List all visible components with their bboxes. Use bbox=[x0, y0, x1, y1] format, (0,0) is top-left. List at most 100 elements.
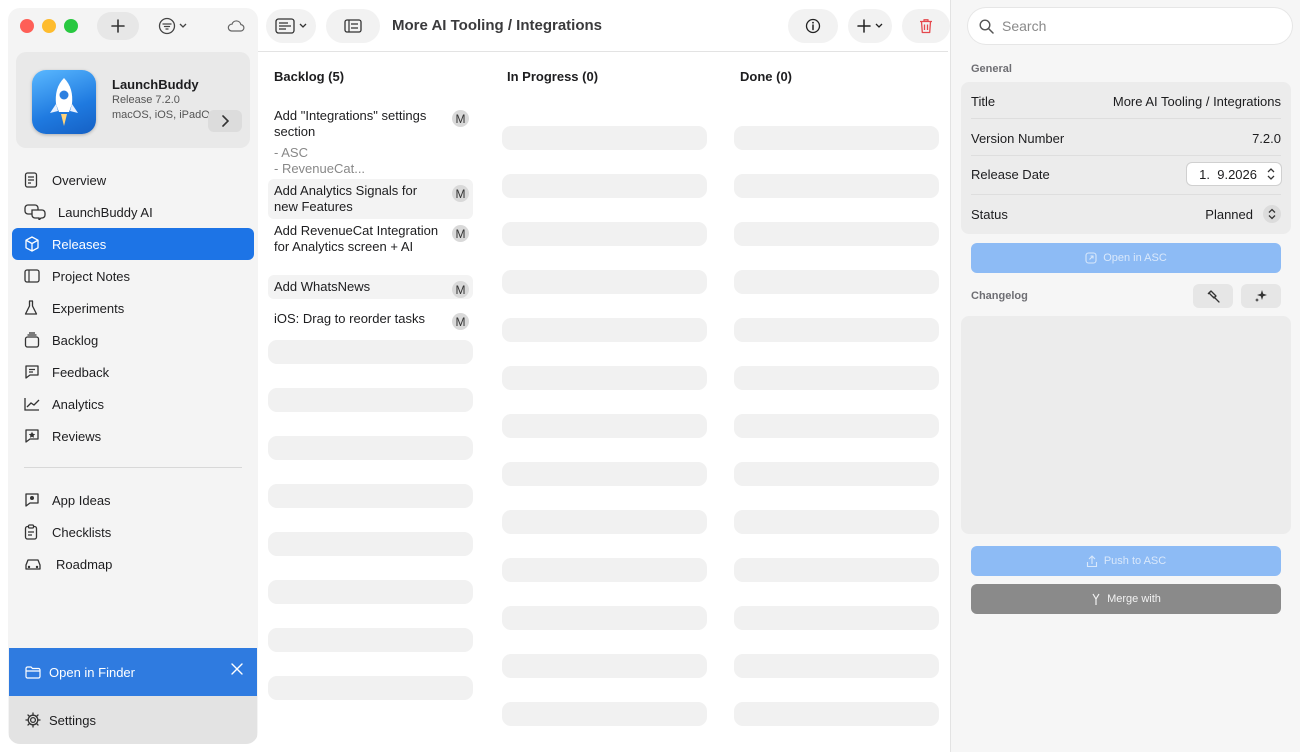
tray-icon bbox=[24, 331, 46, 349]
sidebar-item-label: LaunchBuddy AI bbox=[58, 204, 153, 220]
sidebar-item-label: Releases bbox=[52, 236, 107, 252]
sidebar-item-feedback[interactable]: Feedback bbox=[12, 356, 254, 388]
chevron-down-icon bbox=[875, 23, 883, 28]
up-down-chevron-icon bbox=[1263, 205, 1281, 223]
title-value[interactable]: More AI Tooling / Integrations bbox=[1113, 94, 1281, 109]
chevron-right-icon bbox=[222, 115, 229, 127]
empty-slot bbox=[502, 462, 707, 486]
empty-slot bbox=[502, 558, 707, 582]
column-header-done: Done (0) bbox=[740, 69, 792, 84]
notes-icon bbox=[24, 267, 46, 285]
release-date-value: 1. 9.2026 bbox=[1199, 166, 1257, 182]
external-link-icon bbox=[1085, 252, 1097, 264]
sidebar-item-label: Analytics bbox=[52, 396, 105, 412]
status-select[interactable]: Planned bbox=[1205, 205, 1281, 223]
maximize-window-button[interactable] bbox=[64, 19, 78, 33]
task-title: Add "Integrations" settings section bbox=[274, 108, 427, 139]
open-in-finder-banner[interactable]: Open in Finder bbox=[9, 648, 257, 696]
board-view-icon bbox=[275, 18, 295, 34]
push-to-asc-button[interactable]: Push to ASC bbox=[971, 546, 1281, 576]
sidebar-item-project-notes[interactable]: Project Notes bbox=[12, 260, 254, 292]
empty-slot bbox=[734, 462, 939, 486]
empty-slot bbox=[502, 414, 707, 438]
empty-slot bbox=[734, 414, 939, 438]
close-window-button[interactable] bbox=[20, 19, 34, 33]
generate-changelog-button[interactable] bbox=[1241, 284, 1281, 308]
settings-button[interactable]: Settings bbox=[9, 696, 257, 744]
sidebar-item-label: Reviews bbox=[52, 428, 102, 444]
empty-slot bbox=[734, 222, 939, 246]
task-note-line: - ASC bbox=[274, 145, 308, 160]
empty-slot bbox=[502, 510, 707, 534]
row-divider bbox=[971, 155, 1281, 156]
add-menu-button[interactable] bbox=[848, 9, 892, 43]
stepper-icon[interactable] bbox=[1267, 167, 1275, 181]
app-release: Release 7.2.0 bbox=[112, 94, 180, 106]
task-card[interactable]: Add RevenueCat Integration for Analytics… bbox=[268, 219, 473, 259]
filter-icon bbox=[158, 17, 175, 35]
sidebar-item-backlog[interactable]: Backlog bbox=[12, 324, 254, 356]
app-card[interactable]: LaunchBuddy Release 7.2.0 macOS, iOS, iP… bbox=[16, 52, 250, 148]
empty-slot bbox=[268, 388, 473, 412]
empty-slot bbox=[502, 270, 707, 294]
task-title: Add WhatsNews bbox=[274, 279, 371, 294]
open-in-asc-button[interactable]: Open in ASC bbox=[971, 243, 1281, 273]
release-date-picker[interactable]: 1. 9.2026 bbox=[1187, 163, 1281, 185]
cloud-sync-button[interactable] bbox=[224, 12, 248, 40]
section-label-changelog: Changelog bbox=[971, 290, 1028, 302]
plus-icon bbox=[857, 19, 871, 33]
format-changelog-button[interactable] bbox=[1193, 284, 1233, 308]
sidebar-item-analytics[interactable]: Analytics bbox=[12, 388, 254, 420]
kanban-board: Backlog (5) In Progress (0) Done (0) Add… bbox=[258, 52, 948, 752]
close-icon[interactable] bbox=[231, 663, 243, 675]
sidebar-item-app-ideas[interactable]: App Ideas bbox=[12, 484, 254, 516]
feedback-icon bbox=[24, 363, 46, 381]
empty-slot bbox=[502, 318, 707, 342]
sidebar-item-checklists[interactable]: Checklists bbox=[12, 516, 254, 548]
push-to-asc-label: Push to ASC bbox=[1103, 555, 1167, 567]
sidebar-item-launchbuddy-ai[interactable]: LaunchBuddy AI bbox=[12, 196, 254, 228]
minimize-window-button[interactable] bbox=[42, 19, 56, 33]
search-field[interactable]: Search bbox=[968, 8, 1292, 44]
empty-slot bbox=[734, 702, 939, 726]
task-card[interactable]: Add Analytics Signals for new Features M bbox=[268, 179, 473, 219]
task-title: iOS: Drag to reorder tasks bbox=[274, 311, 425, 326]
chat-bubbles-icon bbox=[24, 203, 52, 221]
sidebar-item-label: App Ideas bbox=[52, 492, 111, 508]
release-date-row: Release Date 1. 9.2026 bbox=[971, 163, 1281, 185]
sidebar-item-reviews[interactable]: Reviews bbox=[12, 420, 254, 452]
sidebar-item-label: Project Notes bbox=[52, 268, 131, 284]
sidebar-item-overview[interactable]: Overview bbox=[12, 164, 254, 196]
general-form: Title More AI Tooling / Integrations Ver… bbox=[961, 82, 1291, 234]
empty-slot bbox=[502, 222, 707, 246]
task-card[interactable]: iOS: Drag to reorder tasks M bbox=[268, 307, 473, 331]
task-card[interactable]: Add WhatsNews M bbox=[268, 275, 473, 299]
view-mode-button[interactable] bbox=[266, 9, 316, 43]
sidebar-item-experiments[interactable]: Experiments bbox=[12, 292, 254, 324]
inspector-panel: Search General Title More AI Tooling / I… bbox=[950, 0, 1300, 752]
delete-button[interactable] bbox=[902, 9, 950, 43]
status-row: Status Planned bbox=[971, 204, 1281, 224]
document-icon bbox=[24, 171, 46, 189]
empty-slot bbox=[268, 436, 473, 460]
cube-icon bbox=[24, 235, 46, 253]
empty-slot bbox=[502, 366, 707, 390]
app-details-button[interactable] bbox=[208, 110, 242, 132]
app-platforms: macOS, iOS, iPadOS bbox=[112, 109, 212, 121]
column-header-backlog: Backlog (5) bbox=[274, 69, 345, 84]
empty-slot bbox=[734, 318, 939, 342]
sidebar-item-roadmap[interactable]: Roadmap bbox=[12, 548, 254, 580]
version-value[interactable]: 7.2.0 bbox=[1252, 131, 1281, 146]
title-label: Title bbox=[971, 93, 996, 109]
empty-slot bbox=[502, 702, 707, 726]
filter-menu-button[interactable] bbox=[154, 12, 190, 40]
changelog-editor[interactable] bbox=[961, 316, 1291, 534]
merge-with-button[interactable]: Merge with bbox=[971, 584, 1281, 614]
sidebar-item-releases[interactable]: Releases bbox=[12, 228, 254, 260]
add-button[interactable] bbox=[97, 12, 139, 40]
info-button[interactable] bbox=[788, 9, 838, 43]
task-card[interactable]: Add "Integrations" settings section - AS… bbox=[268, 104, 473, 181]
column-header-in-progress: In Progress (0) bbox=[507, 69, 599, 84]
gear-icon bbox=[25, 712, 41, 728]
list-toggle-button[interactable] bbox=[326, 9, 380, 43]
